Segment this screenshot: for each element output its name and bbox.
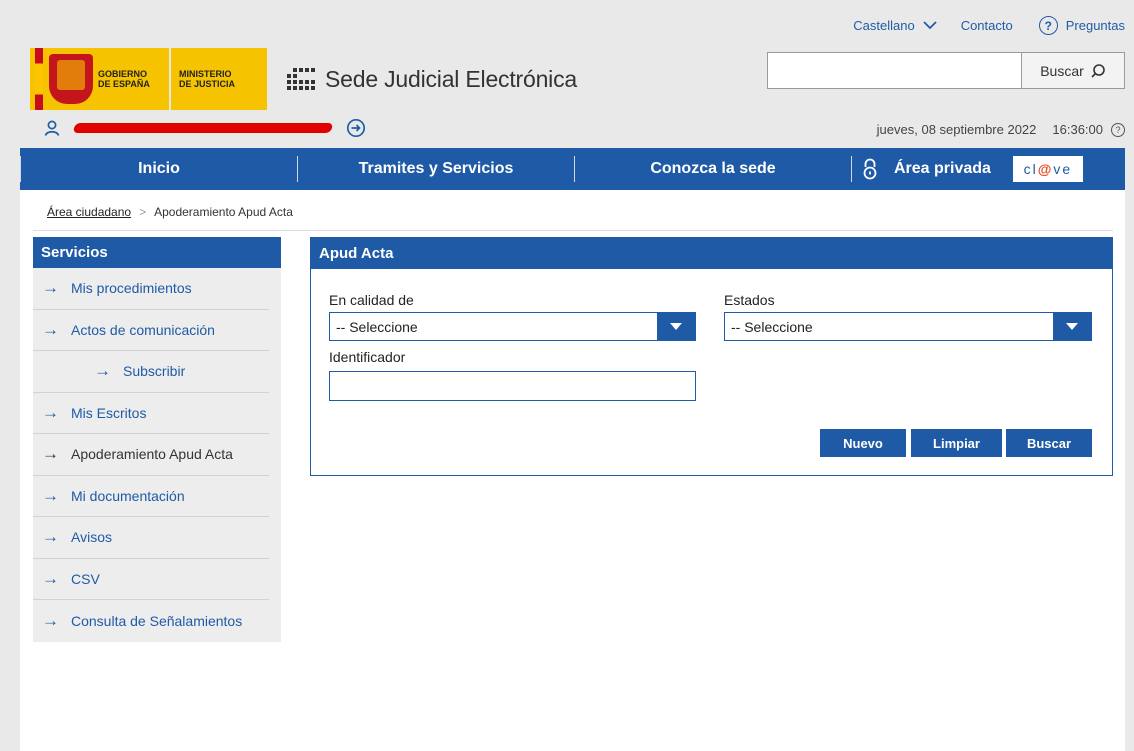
dropdown-caret-icon bbox=[1053, 313, 1091, 340]
nav-inicio[interactable]: Inicio bbox=[21, 160, 297, 178]
redacted-username bbox=[72, 123, 334, 133]
arrow-right-icon: → bbox=[42, 402, 59, 422]
search-button-label: Buscar bbox=[1040, 62, 1084, 79]
sidebar-item-avisos[interactable]: → Avisos bbox=[33, 517, 269, 559]
current-time: 16:36:00 bbox=[1052, 122, 1103, 137]
sidebar-item-label: CSV bbox=[71, 570, 100, 587]
min-line2: DE JUSTICIA bbox=[179, 79, 236, 89]
user-icon[interactable] bbox=[44, 120, 60, 136]
sidebar-item-actos-comunicacion[interactable]: → Actos de comunicación bbox=[33, 310, 269, 351]
breadcrumb-separator-icon: > bbox=[139, 205, 147, 219]
user-line bbox=[44, 118, 366, 138]
site-brand: Sede Judicial Electrónica bbox=[285, 48, 577, 110]
sidebar-item-subscribir[interactable]: → Subscribir bbox=[33, 351, 269, 393]
calidad-value: -- Seleccione bbox=[336, 318, 418, 335]
min-line1: MINISTERIO bbox=[179, 69, 232, 79]
panel-title: Apud Acta bbox=[311, 238, 1112, 269]
nav-conozca[interactable]: Conozca la sede bbox=[575, 160, 851, 178]
search-input[interactable] bbox=[768, 53, 1020, 88]
sidebar-item-mis-escritos[interactable]: → Mis Escritos bbox=[33, 393, 269, 434]
search-box: Buscar bbox=[767, 52, 1125, 89]
sidebar-item-label: Mi documentación bbox=[71, 487, 185, 504]
date-time: jueves, 08 septiembre 2022 16:36:00 ? bbox=[877, 122, 1125, 137]
nav-area-privada[interactable]: Área privada bbox=[894, 160, 991, 178]
identificador-label: Identificador bbox=[329, 349, 406, 365]
sidebar-item-label: Avisos bbox=[71, 529, 112, 546]
breadcrumb-parent[interactable]: Área ciudadano bbox=[47, 205, 131, 219]
clave-at: @ bbox=[1037, 161, 1054, 177]
gob-line2: DE ESPAÑA bbox=[98, 79, 150, 89]
logo-block[interactable]: GOBIERNO DE ESPAÑA MINISTERIO DE JUSTICI… bbox=[30, 48, 577, 110]
estados-value: -- Seleccione bbox=[731, 318, 813, 335]
breadcrumb-current: Apoderamiento Apud Acta bbox=[154, 205, 293, 219]
sidebar-item-mis-procedimientos[interactable]: → Mis procedimientos bbox=[33, 268, 269, 310]
page: Castellano Contacto ? Preguntas GOBIERNO… bbox=[20, 0, 1125, 751]
arrow-right-icon: → bbox=[42, 278, 59, 298]
gob-line1: GOBIERNO bbox=[98, 69, 148, 79]
clave-text-post: ve bbox=[1053, 161, 1073, 177]
dropdown-caret-icon bbox=[657, 313, 695, 340]
sidebar-item-label: Actos de comunicación bbox=[71, 321, 215, 338]
sidebar-item-apoderamiento[interactable]: → Apoderamiento Apud Acta bbox=[33, 434, 269, 476]
flag-stripe bbox=[35, 48, 43, 110]
faq-label: Preguntas bbox=[1065, 18, 1125, 33]
nav-tramites[interactable]: Tramites y Servicios bbox=[298, 160, 574, 178]
clave-logo[interactable]: cl @ ve bbox=[1012, 156, 1083, 182]
arrow-right-icon: → bbox=[42, 485, 59, 505]
sidebar-item-label: Apoderamiento Apud Acta bbox=[71, 446, 233, 463]
chevron-down-icon bbox=[923, 21, 937, 30]
site-title: Sede Judicial Electrónica bbox=[325, 65, 577, 92]
language-selector[interactable]: Castellano bbox=[853, 18, 937, 33]
nuevo-button[interactable]: Nuevo bbox=[820, 429, 906, 457]
sidebar-item-label: Consulta de Señalamientos bbox=[71, 612, 243, 629]
header: Castellano Contacto ? Preguntas GOBIERNO… bbox=[20, 0, 1125, 148]
ministerio-logo: MINISTERIO DE JUSTICIA bbox=[171, 48, 267, 110]
main-nav: Inicio Tramites y Servicios Conozca la s… bbox=[20, 148, 1125, 190]
current-date: jueves, 08 septiembre 2022 bbox=[876, 122, 1037, 137]
contact-link[interactable]: Contacto bbox=[961, 18, 1013, 33]
language-label: Castellano bbox=[853, 18, 915, 33]
arrow-right-icon: → bbox=[42, 527, 59, 547]
clave-text-pre: cl bbox=[1023, 161, 1038, 177]
breadcrumb-divider bbox=[33, 230, 1113, 231]
estados-select[interactable]: -- Seleccione bbox=[724, 312, 1092, 341]
faq-link[interactable]: ? Preguntas bbox=[1038, 16, 1125, 35]
arrow-right-icon: → bbox=[42, 444, 59, 464]
sidebar-item-mi-documentacion[interactable]: → Mi documentación bbox=[33, 476, 269, 517]
coat-of-arms-icon bbox=[49, 54, 93, 104]
sidebar-item-label: Mis Escritos bbox=[71, 404, 147, 421]
sidebar-item-label: Mis procedimientos bbox=[71, 280, 192, 297]
buscar-button[interactable]: Buscar bbox=[1006, 429, 1092, 457]
sidebar-title: Servicios bbox=[33, 237, 281, 268]
arrow-right-icon: → bbox=[42, 319, 59, 339]
top-links: Castellano Contacto ? Preguntas bbox=[853, 16, 1125, 35]
arrow-right-icon: → bbox=[42, 568, 59, 588]
estados-label: Estados bbox=[724, 292, 775, 308]
sidebar-item-csv[interactable]: → CSV bbox=[33, 559, 269, 600]
identificador-input[interactable] bbox=[329, 371, 696, 401]
lock-icon bbox=[863, 158, 877, 180]
breadcrumb: Área ciudadano > Apoderamiento Apud Acta bbox=[47, 205, 293, 219]
sede-logo-icon bbox=[285, 64, 319, 94]
sidebar-item-label: Subscribir bbox=[123, 363, 186, 380]
question-icon: ? bbox=[1038, 16, 1058, 35]
sidebar-item-senalamientos[interactable]: → Consulta de Señalamientos bbox=[33, 600, 269, 642]
time-help-icon[interactable]: ? bbox=[1111, 122, 1125, 137]
calidad-select[interactable]: -- Seleccione bbox=[329, 312, 696, 341]
apud-acta-panel: Apud Acta En calidad de -- Seleccione Es… bbox=[310, 237, 1113, 476]
search-icon bbox=[1091, 63, 1105, 78]
nav-divider bbox=[851, 156, 852, 182]
sidebar: Servicios → Mis procedimientos → Actos de … bbox=[33, 237, 281, 642]
calidad-label: En calidad de bbox=[329, 292, 414, 308]
arrow-right-icon: → bbox=[42, 610, 59, 630]
limpiar-button[interactable]: Limpiar bbox=[911, 429, 1002, 457]
gobierno-logo: GOBIERNO DE ESPAÑA bbox=[30, 48, 169, 110]
logout-icon[interactable] bbox=[346, 118, 366, 138]
arrow-right-icon: → bbox=[94, 361, 111, 381]
search-button[interactable]: Buscar bbox=[1021, 53, 1124, 88]
